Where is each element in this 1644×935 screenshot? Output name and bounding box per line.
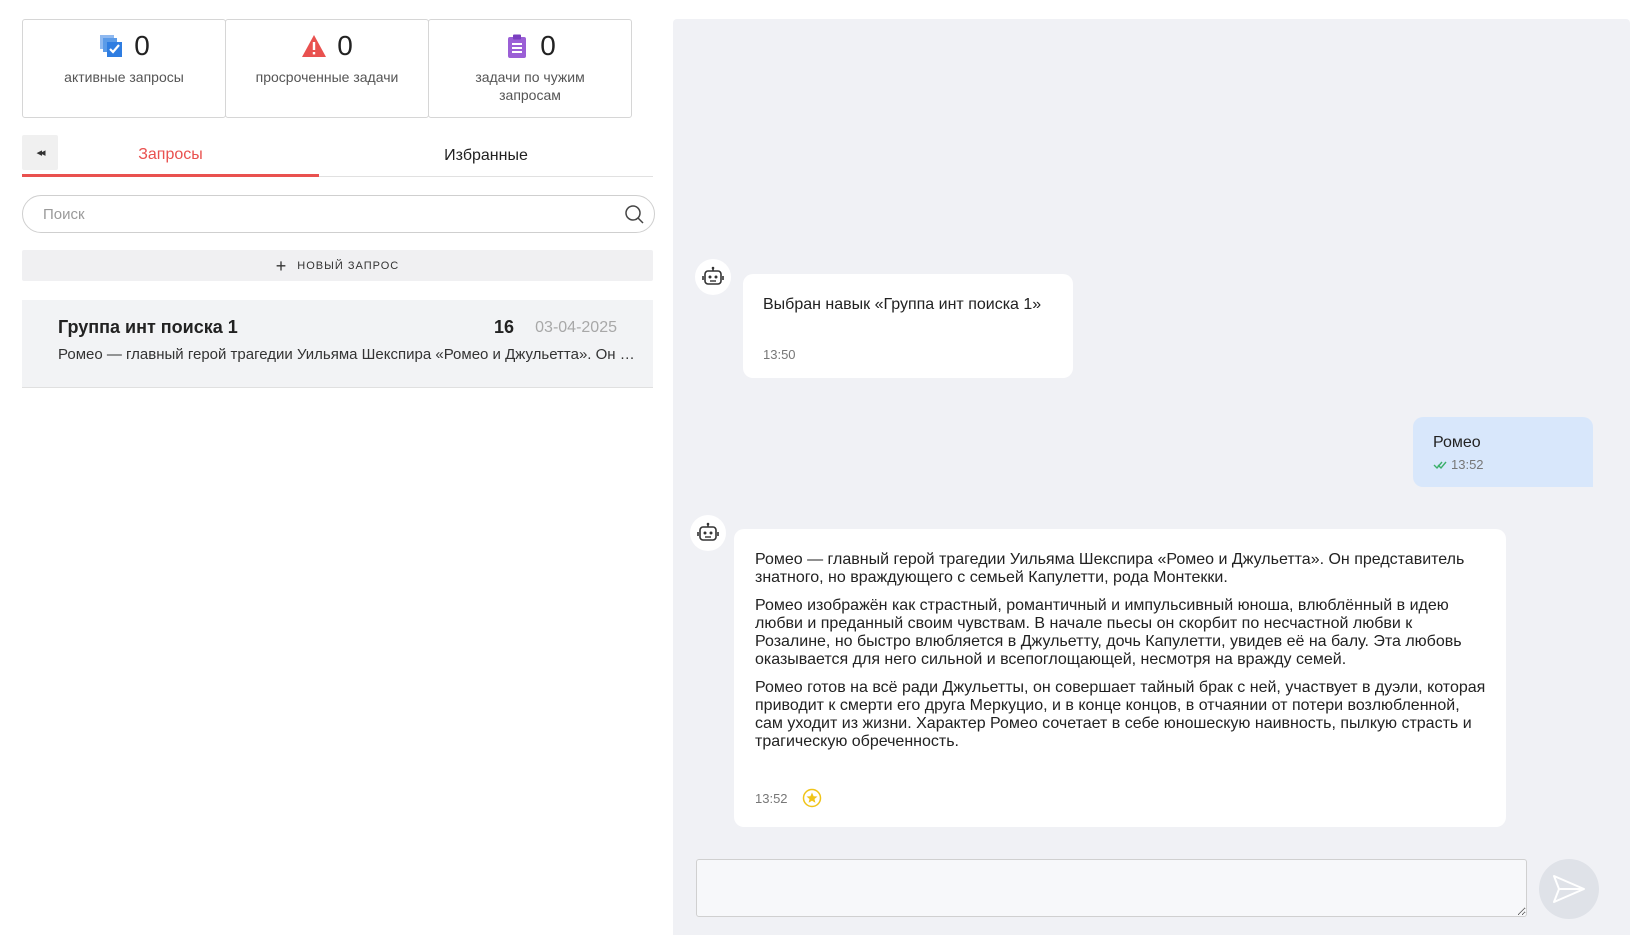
- message-paragraph: Ромео готов на всё ради Джульетты, он со…: [755, 679, 1486, 750]
- request-preview: Ромео — главный герой трагедии Уильяма Ш…: [58, 346, 638, 363]
- message-time: 13:50: [763, 347, 796, 362]
- bot-message: Выбран навык «Группа инт поиска 1» 13:50: [743, 274, 1073, 378]
- new-request-label: НОВЫЙ ЗАПРОС: [297, 259, 400, 272]
- double-check-icon: [1433, 461, 1447, 469]
- send-button[interactable]: [1539, 859, 1599, 919]
- left-panel: 0 активные запросы 0 просроченные задачи…: [0, 0, 670, 935]
- request-count: 16: [493, 317, 514, 337]
- bot-message: Ромео — главный герой трагедии Уильяма Ш…: [734, 529, 1506, 827]
- search-icon[interactable]: [624, 204, 644, 224]
- stat-card-active-requests[interactable]: 0 активные запросы: [22, 19, 226, 118]
- active-requests-label: активные запросы: [64, 69, 184, 85]
- tab-favorites[interactable]: Избранные: [319, 135, 653, 176]
- send-icon: [1553, 875, 1585, 903]
- warning-triangle-icon: [302, 35, 327, 57]
- list-item[interactable]: Группа инт поиска 1 16 03-04-2025 Ромео …: [22, 300, 653, 388]
- foreign-tasks-label: задачи по чужим запросам: [475, 69, 585, 103]
- message-paragraph: Ромео изображён как страстный, романтичн…: [755, 597, 1462, 668]
- request-title: Группа инт поиска 1: [58, 317, 238, 337]
- robot-icon: [702, 266, 724, 285]
- overdue-tasks-label: просроченные задачи: [255, 69, 399, 85]
- new-request-button[interactable]: + НОВЫЙ ЗАПРОС: [22, 250, 653, 281]
- message-input[interactable]: [696, 859, 1527, 917]
- clipboard-icon: [508, 34, 527, 58]
- message-paragraph: Ромео — главный герой трагедии Уильяма Ш…: [755, 551, 1465, 586]
- foreign-tasks-count: 0: [540, 30, 556, 61]
- star-icon[interactable]: [802, 788, 822, 808]
- request-date: 03-04-2025: [535, 319, 617, 336]
- bot-avatar: [695, 259, 731, 295]
- message-text: Ромео: [1433, 434, 1481, 451]
- stat-card-overdue-tasks[interactable]: 0 просроченные задачи: [225, 19, 429, 118]
- overdue-tasks-count: 0: [337, 30, 353, 61]
- stat-card-foreign-tasks[interactable]: 0 задачи по чужим запросам: [428, 19, 632, 118]
- tab-requests[interactable]: Запросы: [22, 135, 319, 177]
- bot-avatar: [690, 515, 726, 551]
- message-text: Выбран навык «Группа инт поиска 1»: [763, 296, 1042, 313]
- request-tabs: Запросы Избранные ◂◂: [22, 135, 653, 177]
- chat-panel: Выбран навык «Группа инт поиска 1» 13:50…: [673, 19, 1630, 935]
- double-chevron-left-icon: ◂◂: [36, 147, 45, 159]
- search-input[interactable]: [41, 196, 601, 232]
- active-requests-count: 0: [134, 30, 150, 61]
- user-message: Ромео 13:52: [1413, 417, 1593, 487]
- plus-icon: +: [275, 255, 288, 276]
- robot-icon: [697, 522, 719, 541]
- collapse-sidebar-button[interactable]: ◂◂: [22, 135, 58, 170]
- message-time: 13:52: [755, 790, 788, 806]
- message-time: 13:52: [1451, 457, 1484, 472]
- stacked-check-icon: [100, 35, 123, 57]
- search-box: [22, 195, 655, 233]
